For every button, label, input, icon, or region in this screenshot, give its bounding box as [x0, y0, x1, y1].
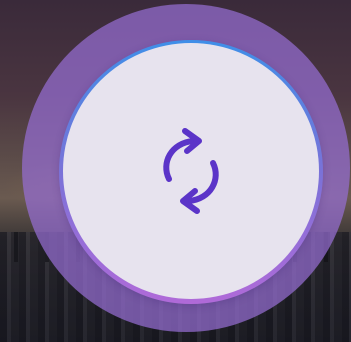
screen	[0, 0, 351, 342]
sync-icon	[163, 128, 219, 214]
